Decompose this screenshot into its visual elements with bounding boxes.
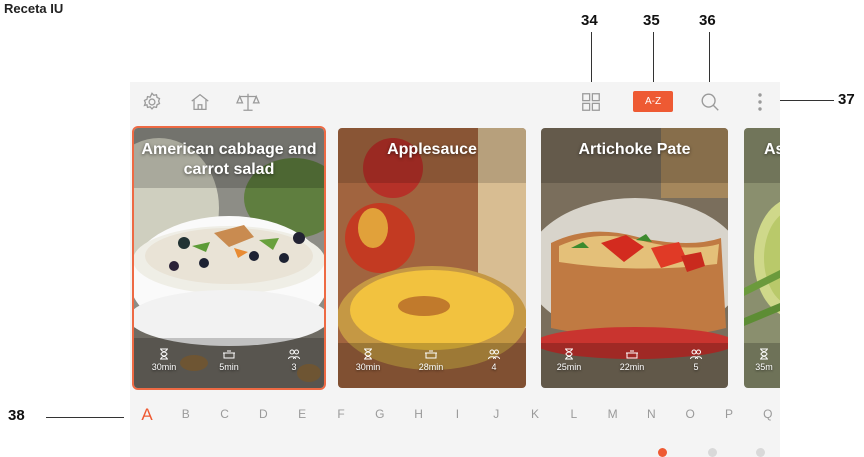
recipe-title: As xyxy=(764,141,780,158)
callout-35: 35 xyxy=(643,12,660,29)
alphabet-letter-c[interactable]: C xyxy=(215,407,235,421)
prep-time: 30min xyxy=(343,348,393,372)
alphabet-index: A B C D E F G H I J K L M N O P Q xyxy=(130,405,780,427)
alphabet-letter-m[interactable]: M xyxy=(603,407,623,421)
recipe-card[interactable]: Applesauce 30min 28min 4 xyxy=(338,128,526,388)
top-toolbar: A-Z xyxy=(130,82,780,122)
prep-time-value: 30min xyxy=(151,362,177,372)
prep-time: 25min xyxy=(544,348,594,372)
page-dot[interactable] xyxy=(756,448,765,457)
recipe-stats: 35m xyxy=(744,348,780,382)
grid-view-icon[interactable] xyxy=(577,88,605,116)
pot-icon xyxy=(626,350,638,359)
alphabet-letter-h[interactable]: H xyxy=(409,407,429,421)
prep-time-value: 35m xyxy=(755,362,773,372)
servings: 4 xyxy=(469,348,519,372)
document-title: Receta IU xyxy=(4,1,64,16)
alphabet-letter-l[interactable]: L xyxy=(564,407,584,421)
recipe-title: American cabbage and carrot salad xyxy=(141,141,317,178)
callout-34-line xyxy=(591,32,592,82)
az-sort-button[interactable]: A-Z xyxy=(633,91,673,112)
hourglass-icon xyxy=(565,348,573,360)
callout-38: 38 xyxy=(8,407,25,424)
page-dot-active[interactable] xyxy=(658,448,667,457)
recipe-title: Artichoke Pate xyxy=(578,141,691,158)
settings-icon[interactable] xyxy=(138,88,166,116)
cook-time-value: 28min xyxy=(418,362,444,372)
search-icon[interactable] xyxy=(696,88,724,116)
alphabet-letter-p[interactable]: P xyxy=(719,407,739,421)
callout-37: 37 xyxy=(838,91,855,108)
alphabet-letter-n[interactable]: N xyxy=(641,407,661,421)
hourglass-icon xyxy=(760,348,768,360)
cook-time-value: 22min xyxy=(619,362,645,372)
cook-time: 28min xyxy=(406,348,456,372)
prep-time-value: 25min xyxy=(556,362,582,372)
cook-time: 5min xyxy=(204,348,254,372)
cook-time-value: 5min xyxy=(219,362,239,372)
more-vertical-icon[interactable] xyxy=(746,88,774,116)
servings-value: 5 xyxy=(693,362,699,372)
callout-35-line xyxy=(653,32,654,82)
scale-icon[interactable] xyxy=(234,88,262,116)
prep-time: 30min xyxy=(139,348,189,372)
servings-value: 4 xyxy=(491,362,497,372)
page-dot[interactable] xyxy=(708,448,717,457)
servings: 3 xyxy=(269,348,319,372)
callout-36-line xyxy=(709,32,710,82)
callout-34: 34 xyxy=(581,12,598,29)
recipe-carousel[interactable]: American cabbage and carrot salad 30min … xyxy=(130,128,780,398)
recipe-stats: 30min 28min 4 xyxy=(338,348,526,382)
people-icon xyxy=(488,349,500,360)
alphabet-letter-f[interactable]: F xyxy=(331,407,351,421)
hourglass-icon xyxy=(160,348,168,360)
recipe-title: Applesauce xyxy=(387,141,477,158)
alphabet-letter-j[interactable]: J xyxy=(486,407,506,421)
alphabet-letter-k[interactable]: K xyxy=(525,407,545,421)
people-icon xyxy=(288,349,300,360)
alphabet-letter-o[interactable]: O xyxy=(680,407,700,421)
servings-value: 3 xyxy=(291,362,297,372)
recipe-stats: 25min 22min 5 xyxy=(541,348,728,382)
home-icon[interactable] xyxy=(186,88,214,116)
prep-time-value: 30min xyxy=(355,362,381,372)
recipe-stats: 30min 5min 3 xyxy=(134,348,324,382)
callout-37-line xyxy=(772,100,834,101)
pot-icon xyxy=(425,350,437,359)
cook-time: 22min xyxy=(607,348,657,372)
prep-time: 35m xyxy=(744,348,780,372)
recipe-card[interactable]: American cabbage and carrot salad 30min … xyxy=(134,128,324,388)
pot-icon xyxy=(223,350,235,359)
callout-38-line xyxy=(46,417,124,418)
alphabet-letter-a[interactable]: A xyxy=(137,405,157,425)
hourglass-icon xyxy=(364,348,372,360)
alphabet-letter-g[interactable]: G xyxy=(370,407,390,421)
alphabet-letter-b[interactable]: B xyxy=(176,407,196,421)
app-screen: A-Z American cabbage and carrot salad 30… xyxy=(130,82,780,457)
alphabet-letter-e[interactable]: E xyxy=(292,407,312,421)
recipe-card[interactable]: Artichoke Pate 25min 22min 5 xyxy=(541,128,728,388)
alphabet-letter-d[interactable]: D xyxy=(253,407,273,421)
alphabet-letter-i[interactable]: I xyxy=(447,407,467,421)
servings: 5 xyxy=(671,348,721,372)
alphabet-letter-q[interactable]: Q xyxy=(758,407,778,421)
people-icon xyxy=(690,349,702,360)
recipe-card[interactable]: As 35m xyxy=(744,128,780,388)
callout-36: 36 xyxy=(699,12,716,29)
